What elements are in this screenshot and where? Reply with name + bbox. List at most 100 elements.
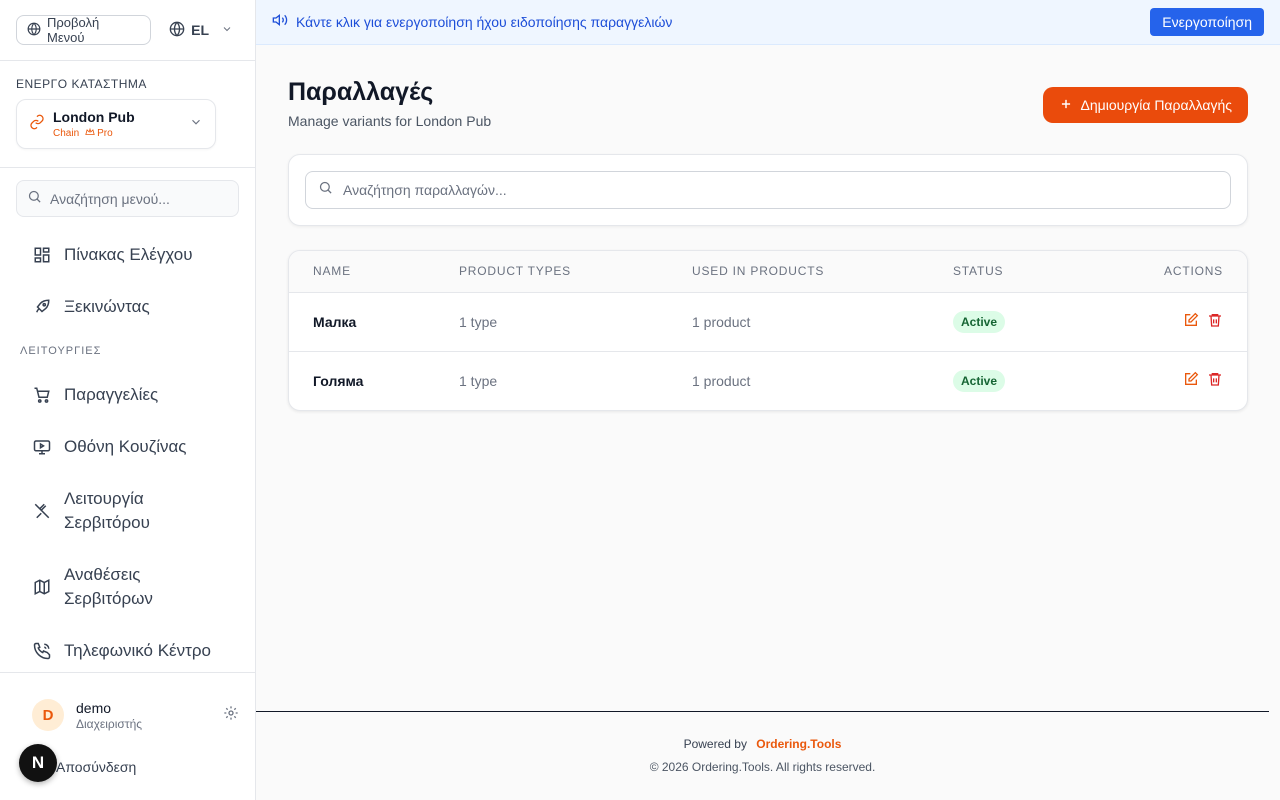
status-badge: Active [953,369,1006,392]
page-title: Παραλλαγές [288,78,434,106]
sidebar-item-label: Τηλεφωνικό Κέντρο [64,641,211,660]
chevron-down-icon [221,22,233,38]
sidebar-item-label: Σερβιτόρου [64,513,150,532]
variant-search-box [305,171,1231,209]
phone-icon [32,642,52,660]
active-store-heading: ΕΝΕΡΓΟ ΚΑΤΑΣΤΗΜΑ [16,77,147,91]
user-name: demo [76,699,112,716]
variant-actions-cell [1082,292,1247,352]
sidebar-item-getting-started[interactable]: Ξεκινώντας [16,281,239,333]
menu-view-label: Προβολή Μενού [47,15,100,45]
variants-table: NAME PRODUCT TYPES USED IN PRODUCTS STAT… [289,251,1247,410]
row-actions [1183,312,1223,331]
main-area: Κάντε κλικ για ενεργοποίηση ήχου ειδοποί… [256,0,1280,800]
sidebar-item-label-group: Λειτουργία Σερβιτόρου [64,487,150,535]
plus-icon [1059,97,1073,114]
edit-icon[interactable] [1183,371,1199,390]
sidebar-item-kitchen-display[interactable]: Οθόνη Κουζίνας [16,421,239,473]
edit-icon[interactable] [1183,312,1199,331]
sidebar-item-dashboard[interactable]: Πίνακας Ελέγχου [16,229,239,281]
variants-table-card: NAME PRODUCT TYPES USED IN PRODUCTS STAT… [288,250,1248,411]
column-header-actions: ACTIONS [1082,251,1247,293]
create-variant-label: Δημιουργία Παραλλαγής [1080,97,1233,113]
user-info: demo Διαχειριστής [76,700,211,731]
sidebar-item-call-center[interactable]: Τηλεφωνικό Κέντρο [16,625,239,677]
column-header-product-types: PRODUCT TYPES [435,251,668,293]
variant-name: Голяма [313,372,364,389]
variant-status-cell: Active [929,292,1083,352]
sidebar-top-bar: Προβολή Μενού EL [0,0,255,61]
globe-icon [27,22,41,39]
column-header-name: NAME [289,251,435,293]
sidebar-item-label: Σερβιτόρων [64,589,153,608]
store-info: London Pub Chain Pro [53,109,181,140]
menu-view-button[interactable]: Προβολή Μενού [16,15,152,45]
monitor-icon [32,438,52,456]
speaker-icon [272,12,288,33]
sidebar-item-label: Αναθέσεις [64,565,141,584]
variant-used-in: 1 product [668,292,929,352]
link-icon [29,114,45,135]
language-selector[interactable]: EL [163,15,239,45]
row-actions [1183,371,1223,390]
store-selector[interactable]: London Pub Chain Pro [16,99,216,149]
store-name: London Pub [53,108,135,125]
search-icon [27,189,42,209]
utensils-icon [32,502,52,520]
gear-icon[interactable] [223,705,239,726]
trash-icon[interactable] [1207,312,1223,331]
menu-search-box [16,180,239,217]
page-content: Παραλλαγές Manage variants for London Pu… [256,78,1280,411]
dashboard-icon [32,246,52,264]
sidebar-item-orders[interactable]: Παραγγελίες [16,369,239,421]
sidebar-item-label: Πίνακας Ελέγχου [64,245,193,264]
search-icon [318,180,333,200]
sidebar-item-waiter-mode[interactable]: Λειτουργία Σερβιτόρου [16,473,239,549]
page-subtitle: Manage variants for London Pub [288,113,492,129]
page-heading-group: Παραλλαγές Manage variants for London Pu… [288,78,491,129]
next-dev-badge[interactable]: N [19,744,57,782]
variant-status-cell: Active [929,351,1083,410]
enable-sound-button[interactable]: Ενεργοποίηση [1150,8,1264,36]
sidebar: Προβολή Μενού EL ΕΝΕΡΓΟ ΚΑΤΑΣΤΗΜΑ London… [0,0,256,800]
sidebar-item-label: Λειτουργία [64,489,144,508]
trash-icon[interactable] [1207,371,1223,390]
rocket-icon [32,298,52,316]
menu-search-wrap [0,168,255,229]
create-variant-button[interactable]: Δημιουργία Παραλλαγής [1042,87,1248,123]
page-footer: Powered by Ordering.Tools © 2026 Orderin… [256,711,1269,800]
globe-icon [169,21,185,40]
cart-icon [32,386,52,404]
user-row: D demo Διαχειριστής [0,685,255,745]
map-icon [32,578,52,596]
powered-by-text: Powered by [683,737,747,751]
active-store-section: ΕΝΕΡΓΟ ΚΑΤΑΣΤΗΜΑ London Pub Chain Pro [0,61,255,168]
table-header-row: NAME PRODUCT TYPES USED IN PRODUCTS STAT… [289,251,1247,293]
sound-banner: Κάντε κλικ για ενεργοποίηση ήχου ειδοποί… [256,0,1280,45]
variant-product-types: 1 type [459,372,498,389]
variant-name: Малка [289,292,435,352]
page-header: Παραλλαγές Manage variants for London Pu… [288,78,1248,129]
column-header-used-in-products: USED IN PRODUCTS [668,251,929,293]
menu-search-input[interactable] [50,190,230,207]
variant-used-in: 1 product [692,372,751,389]
status-badge: Active [953,310,1006,333]
brand-link[interactable]: Ordering.Tools [756,737,841,751]
store-meta: Chain Pro [53,127,181,140]
sidebar-item-label: Ξεκινώντας [64,297,150,316]
variant-search-input[interactable] [343,182,1143,198]
variant-actions-cell [1083,351,1247,410]
store-plan: Pro [97,127,113,139]
sound-banner-text: Κάντε κλικ για ενεργοποίηση ήχου ειδοποί… [296,14,673,30]
sidebar-item-waiter-assignments[interactable]: Αναθέσεις Σερβιτόρων [16,549,239,625]
sidebar-item-label: Οθόνη Κουζίνας [64,437,187,456]
logout-button[interactable]: Αποσύνδεση [56,759,136,775]
table-row: Голяма 1 type 1 product Active [289,351,1247,410]
sidebar-section-label: ΛΕΙΤΟΥΡΓΙΕΣ [20,345,102,357]
user-role: Διαχειριστής [76,716,143,731]
table-row: Малка 1 type 1 product Active [289,292,1247,352]
filter-card [288,154,1248,226]
sidebar-item-label-group: Αναθέσεις Σερβιτόρων [64,563,153,611]
crown-icon [85,127,95,140]
chevron-down-icon [189,115,203,134]
